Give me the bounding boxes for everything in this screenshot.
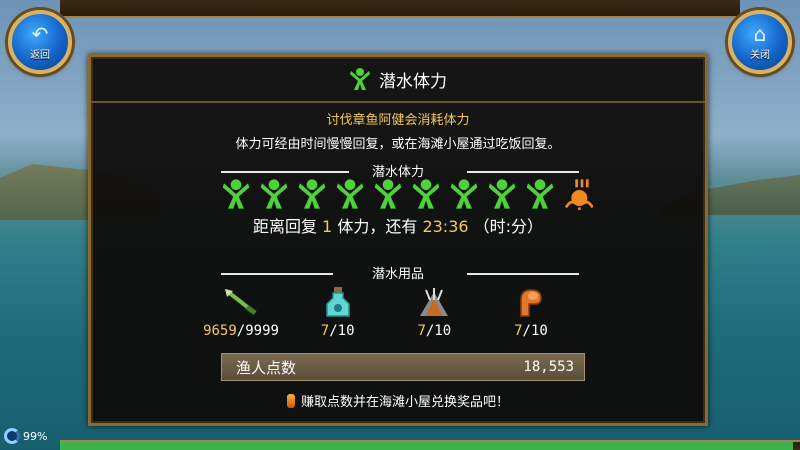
status-indicator: 99% (4, 428, 47, 444)
muscle-count: 7/10 (514, 323, 548, 339)
home-icon: ⌂ (753, 21, 767, 46)
stamina-person-icon (488, 179, 516, 209)
potion-count: 7/10 (320, 323, 355, 339)
net-trap-icon (415, 285, 453, 319)
dialog-subtitle: 讨伐章鱼阿健会消耗体力 (326, 113, 470, 128)
close-button-label: 关闭 (750, 49, 770, 61)
stamina-person-icon (374, 179, 402, 209)
stamina-person-icon (336, 179, 364, 209)
supply-item-net[interactable]: 7/10 (394, 285, 474, 339)
stamina-person-icon (526, 179, 554, 209)
points-value: 18,553 (523, 359, 574, 375)
back-button[interactable]: ↶ 返回 (8, 10, 72, 74)
hint-line: 赚取点数并在海滩小屋兑换奖品吧！ (91, 391, 705, 410)
back-arrow-icon: ↶ (31, 21, 49, 46)
harpoon-count: 9659/9999 (203, 323, 279, 339)
recovery-amount: 1 (322, 217, 333, 236)
recovery-middle: 体力，还有 (337, 217, 418, 236)
stamina-person-icon (260, 179, 288, 209)
supplies-row: 9659/9999 7/10 7/10 7/10 (201, 285, 571, 339)
orange-octopus-icon (564, 179, 593, 210)
dialog-header: 潜水体力 (91, 57, 705, 103)
divider-right-2 (467, 273, 579, 275)
dialog-description: 体力可经由时间慢慢回复，或在海滩小屋通过吃饭回复。 (235, 137, 561, 152)
stamina-person-icon (298, 179, 326, 209)
stamina-person-icon (450, 179, 478, 209)
supply-item-harpoon[interactable]: 9659/9999 (201, 285, 281, 339)
stamina-dialog: 潜水体力 讨伐章鱼阿健会消耗体力 体力可经由时间慢慢回复，或在海滩小屋通过吃饭回… (88, 54, 708, 426)
fisher-points-bar: 渔人点数 18,553 (221, 353, 585, 381)
supply-item-potion[interactable]: 7/10 (298, 285, 378, 339)
recovery-time: 23:36 (422, 217, 469, 236)
progress-fill (60, 442, 793, 450)
info-tag-icon (286, 393, 295, 408)
loading-ring-icon (4, 428, 20, 444)
recovery-timer: 距离回复 1 体力，还有 23:36 （时:分） (91, 213, 705, 237)
close-button[interactable]: ⌂ 关闭 (728, 10, 792, 74)
stamina-person-icon (222, 179, 250, 209)
top-frame (60, 0, 740, 18)
muscle-arm-icon (512, 285, 550, 319)
battery-text: 99% (23, 429, 48, 443)
supplies-section-label: 潜水用品 (371, 267, 424, 282)
harpoon-icon (222, 285, 260, 319)
dialog-title: 潜水体力 (379, 71, 447, 92)
net-count: 7/10 (417, 323, 452, 339)
points-label: 渔人点数 (236, 358, 297, 377)
stamina-person-icon (412, 179, 440, 209)
potion-bottle-icon (319, 285, 357, 319)
divider-right (467, 171, 579, 173)
stamina-icons (221, 177, 593, 211)
stamina-person-icon (350, 68, 370, 90)
back-button-label: 返回 (30, 49, 50, 61)
supply-item-muscle[interactable]: 7/10 (491, 285, 571, 339)
recovery-prefix: 距离回复 (252, 217, 317, 236)
recovery-suffix: （时:分） (473, 217, 544, 236)
hint-text: 赚取点数并在海滩小屋兑换奖品吧！ (300, 395, 509, 410)
bottom-progress-strip (60, 440, 800, 450)
